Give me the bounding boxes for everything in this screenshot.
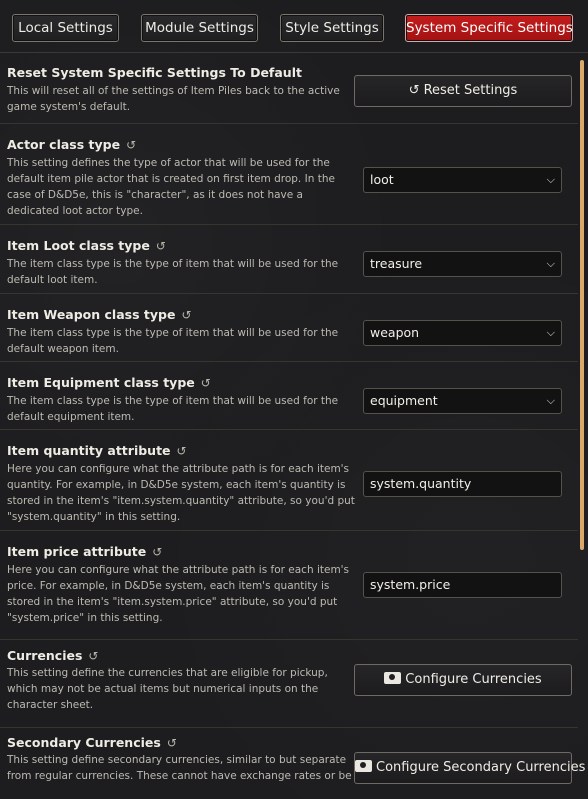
- reset-default-icon[interactable]: ↺: [152, 545, 162, 559]
- setting-hint-secondary-currencies: This setting define secondary currencies…: [7, 754, 352, 782]
- tab-system-specific-settings[interactable]: System Specific Settings: [405, 14, 573, 42]
- reset-default-icon[interactable]: ↺: [177, 444, 187, 458]
- setting-row-secondary-currencies: Secondary Currencies ↺ This setting defin…: [0, 728, 585, 799]
- item-equipment-class-select-value: equipment: [370, 393, 438, 408]
- setting-row-reset: Reset System Specific Settings To Defaul…: [0, 52, 578, 124]
- item-equipment-class-select[interactable]: equipment ⌵: [363, 388, 562, 414]
- chevron-down-icon: ⌵: [546, 257, 555, 270]
- configure-secondary-currencies-button[interactable]: Configure Secondary Currencies: [354, 752, 585, 784]
- setting-title-item-equipment-class: Item Equipment class type ↺: [7, 375, 211, 390]
- undo-icon: ↺: [408, 83, 420, 98]
- setting-hint-item-loot-class: The item class type is the type of item …: [7, 258, 339, 286]
- item-price-attribute-input[interactable]: system.price: [363, 572, 562, 598]
- reset-settings-button[interactable]: ↺ Reset Settings: [354, 75, 572, 107]
- setting-title-item-quantity-attribute: Item quantity attribute ↺: [7, 443, 187, 458]
- item-quantity-attribute-input[interactable]: system.quantity: [363, 471, 562, 497]
- setting-title-item-weapon-class: Item Weapon class type ↺: [7, 307, 192, 322]
- actor-class-select-value: loot: [370, 172, 394, 187]
- item-loot-class-select[interactable]: treasure ⌵: [363, 251, 562, 277]
- item-equipment-class-title-text: Item Equipment class type: [7, 375, 195, 390]
- money-bill-icon: [355, 760, 372, 772]
- currencies-title-text: Currencies: [7, 648, 83, 663]
- setting-row-item-equipment-class: Item Equipment class type ↺ The item clas…: [0, 362, 578, 430]
- setting-title-currencies: Currencies ↺: [7, 648, 98, 663]
- setting-hint-item-weapon-class: The item class type is the type of item …: [7, 327, 339, 355]
- setting-row-actor-class: Actor class type ↺ This setting defines t…: [0, 124, 578, 225]
- reset-default-icon[interactable]: ↺: [181, 308, 191, 322]
- tab-style-settings[interactable]: Style Settings: [280, 14, 384, 42]
- setting-hint-actor-class: This setting defines the type of actor t…: [7, 157, 335, 217]
- setting-title-reset: Reset System Specific Settings To Defaul…: [7, 65, 302, 80]
- tab-module-settings[interactable]: Module Settings: [141, 14, 258, 42]
- setting-row-item-quantity-attribute: Item quantity attribute ↺ Here you can co…: [0, 430, 578, 531]
- item-weapon-class-select[interactable]: weapon ⌵: [363, 320, 562, 346]
- setting-title-item-price-attribute: Item price attribute ↺: [7, 544, 162, 559]
- actor-class-select[interactable]: loot ⌵: [363, 167, 562, 193]
- item-loot-class-select-value: treasure: [370, 256, 423, 271]
- configure-secondary-currencies-button-label: Configure Secondary Currencies: [376, 760, 586, 775]
- chevron-down-icon: ⌵: [546, 173, 555, 186]
- setting-row-item-weapon-class: Item Weapon class type ↺ The item class t…: [0, 294, 578, 362]
- item-weapon-class-select-value: weapon: [370, 325, 420, 340]
- actor-class-title-text: Actor class type: [7, 137, 121, 152]
- item-quantity-attribute-title-text: Item quantity attribute: [7, 443, 171, 458]
- reset-settings-button-label: Reset Settings: [423, 83, 518, 98]
- reset-default-icon[interactable]: ↺: [156, 239, 166, 253]
- chevron-down-icon: ⌵: [546, 326, 555, 339]
- settings-tab-bar: Local Settings Module Settings Style Set…: [0, 0, 588, 53]
- reset-default-icon[interactable]: ↺: [167, 736, 177, 750]
- setting-title-actor-class: Actor class type ↺: [7, 137, 136, 152]
- setting-hint-item-quantity-attribute: Here you can configure what the attribut…: [7, 463, 355, 523]
- item-weapon-class-title-text: Item Weapon class type: [7, 307, 176, 322]
- secondary-currencies-title-text: Secondary Currencies: [7, 735, 161, 750]
- configure-currencies-button[interactable]: Configure Currencies: [354, 664, 572, 696]
- tab-local-settings[interactable]: Local Settings: [12, 14, 119, 42]
- setting-hint-reset: This will reset all of the settings of I…: [7, 85, 340, 113]
- item-loot-class-title-text: Item Loot class type: [7, 238, 150, 253]
- vertical-scrollbar[interactable]: [580, 60, 584, 550]
- item-price-attribute-title-text: Item price attribute: [7, 544, 147, 559]
- setting-title-item-loot-class: Item Loot class type ↺: [7, 238, 166, 253]
- reset-default-icon[interactable]: ↺: [126, 138, 136, 152]
- setting-title-secondary-currencies: Secondary Currencies ↺: [7, 735, 177, 750]
- settings-scroll-area[interactable]: Reset System Specific Settings To Defaul…: [0, 52, 588, 799]
- chevron-down-icon: ⌵: [546, 394, 555, 407]
- setting-hint-currencies: This setting define the currencies that …: [7, 667, 328, 711]
- setting-row-currencies: Currencies ↺ This setting define the curr…: [0, 640, 578, 728]
- setting-hint-item-price-attribute: Here you can configure what the attribut…: [7, 564, 350, 624]
- money-bill-icon: [384, 672, 402, 684]
- setting-row-item-loot-class: Item Loot class type ↺ The item class typ…: [0, 225, 578, 294]
- setting-row-item-price-attribute: Item price attribute ↺ Here you can confi…: [0, 531, 578, 640]
- reset-default-icon[interactable]: ↺: [88, 649, 98, 663]
- configure-currencies-button-label: Configure Currencies: [405, 672, 542, 687]
- setting-hint-item-equipment-class: The item class type is the type of item …: [7, 395, 339, 423]
- reset-default-icon[interactable]: ↺: [201, 376, 211, 390]
